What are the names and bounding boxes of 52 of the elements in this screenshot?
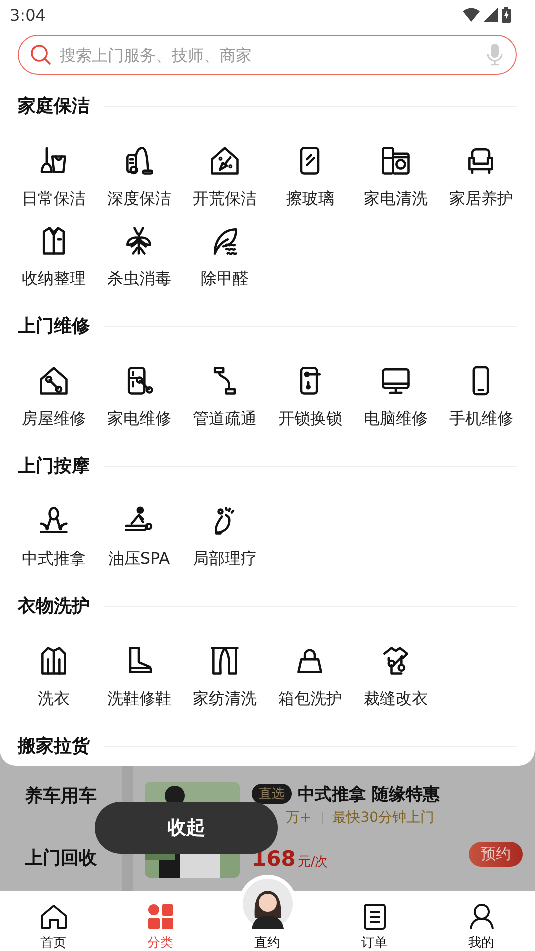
- section-title: 家庭保洁: [18, 95, 90, 118]
- grid-icon: [148, 904, 174, 930]
- nav-tab[interactable]: 直约: [238, 874, 298, 951]
- service-item[interactable]: 深度保洁: [96, 131, 182, 211]
- service-item[interactable]: 家电维修: [96, 351, 182, 431]
- book-button[interactable]: 预约: [469, 842, 523, 867]
- service-item[interactable]: 房屋维修: [11, 351, 96, 431]
- service-item[interactable]: 开锁换锁: [268, 351, 353, 431]
- search-icon: [29, 43, 53, 67]
- service-item[interactable]: 手机维修: [438, 351, 524, 431]
- service-item[interactable]: 杀虫消毒: [96, 211, 182, 291]
- price-unit: 元/次: [298, 854, 328, 871]
- nav-tab[interactable]: 我的: [428, 891, 535, 951]
- sales-count: 万+: [286, 809, 312, 827]
- service-item[interactable]: 电脑维修: [353, 351, 438, 431]
- service-item[interactable]: 家纺清洗: [182, 631, 268, 711]
- service-item[interactable]: 家电清洗: [353, 131, 438, 211]
- battery-icon: [502, 7, 511, 23]
- search-field[interactable]: 搜索上门服务、技师、商家: [18, 35, 517, 75]
- microphone-icon: [487, 44, 503, 66]
- category-item[interactable]: 养车用车: [25, 786, 97, 808]
- service-item[interactable]: 擦玻璃: [268, 131, 353, 211]
- section-title: 搬家拉货: [18, 735, 90, 758]
- arrival-time: 最快30分钟上门: [332, 809, 435, 827]
- document-icon: [364, 904, 386, 930]
- service-item[interactable]: 收纳整理: [11, 211, 96, 291]
- clock-time: 3:04: [10, 6, 46, 24]
- person-icon: [470, 904, 494, 930]
- service-item[interactable]: 开荒保洁: [182, 131, 268, 211]
- service-item[interactable]: 中式推拿: [11, 491, 96, 571]
- service-item[interactable]: 管道疏通: [182, 351, 268, 431]
- service-item[interactable]: 除甲醛: [182, 211, 268, 291]
- nav-tab[interactable]: 分类: [107, 891, 214, 951]
- service-item[interactable]: 日常保洁: [11, 131, 96, 211]
- home-icon: [40, 904, 68, 930]
- service-item[interactable]: 洗鞋修鞋: [96, 631, 182, 711]
- service-item[interactable]: 箱包洗护: [268, 631, 353, 711]
- service-item[interactable]: 家居养护: [438, 131, 524, 211]
- service-item[interactable]: 洗衣: [11, 631, 96, 711]
- nav-tab[interactable]: 首页: [0, 891, 107, 951]
- category-item[interactable]: 上门回收: [25, 848, 97, 870]
- product-title: 中式推拿 随缘特惠: [298, 784, 440, 806]
- signal-icon: [484, 8, 498, 22]
- service-item[interactable]: 油压SPA: [96, 491, 182, 571]
- service-item[interactable]: 裁缝改衣: [353, 631, 438, 711]
- service-item[interactable]: 局部理疗: [182, 491, 268, 571]
- nav-tab[interactable]: 订单: [321, 891, 428, 951]
- section-title: 上门维修: [18, 315, 90, 338]
- section-title: 衣物洗护: [18, 595, 90, 618]
- wifi-icon: [463, 8, 480, 22]
- section-title: 上门按摩: [18, 455, 90, 478]
- tag-label: 直选: [252, 784, 292, 804]
